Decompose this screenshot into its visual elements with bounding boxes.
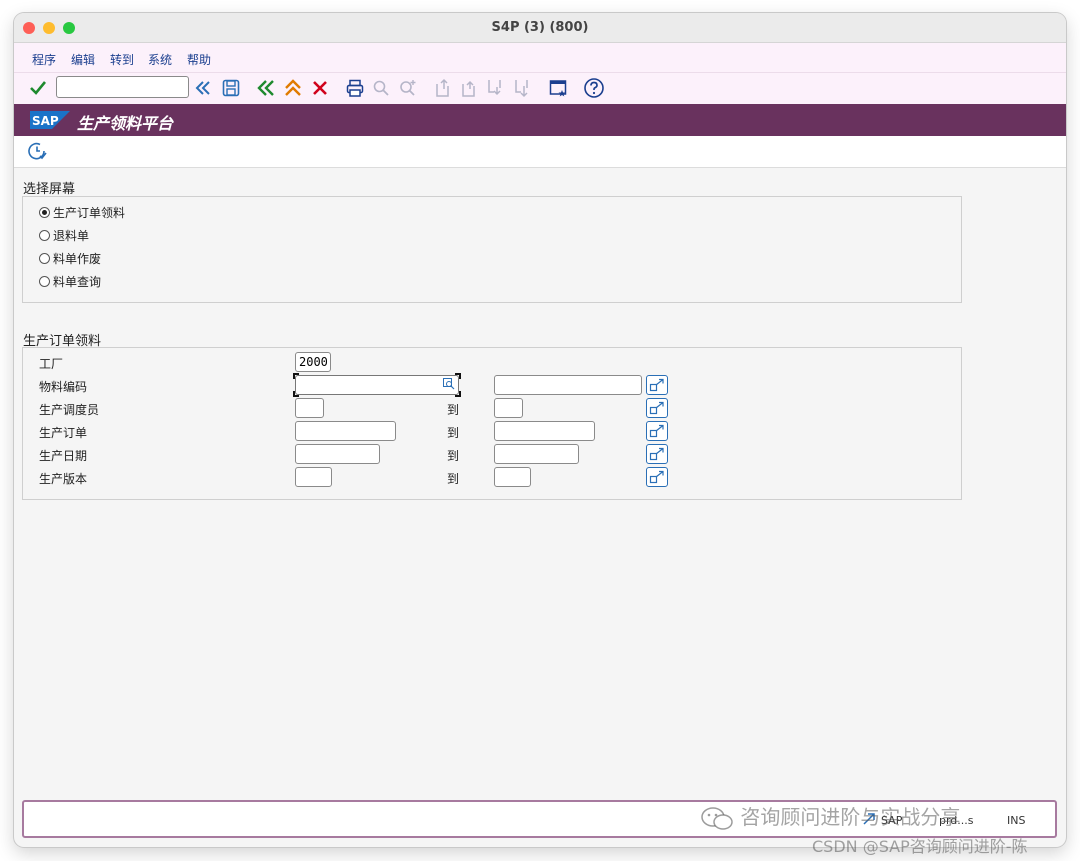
value-help-icon[interactable]: [443, 378, 455, 393]
selection-title: 选择屏幕: [23, 182, 76, 197]
command-field[interactable]: [56, 76, 189, 98]
to-label: 到: [447, 449, 460, 463]
cancel-icon[interactable]: [309, 77, 331, 99]
plant-field[interactable]: [295, 352, 331, 372]
collapse-command-icon[interactable]: [192, 77, 214, 99]
to-label: 到: [447, 426, 460, 440]
radio-production-order-issue[interactable]: 生产订单领料: [39, 204, 125, 221]
watermark-line2: CSDN @SAP咨询顾问进阶-陈: [812, 837, 1028, 856]
exit-icon[interactable]: [282, 77, 304, 99]
material-label: 物料编码: [39, 380, 88, 394]
menu-help[interactable]: 帮助: [187, 51, 211, 68]
watermark-line1: 咨询顾问进阶与实战分享: [740, 805, 961, 829]
radio-label: 生产订单领料: [53, 206, 126, 220]
wechat-icon: [701, 806, 733, 830]
execute-clock-icon[interactable]: [26, 140, 48, 162]
radio-query[interactable]: 料单查询: [39, 273, 101, 290]
production-version-label: 生产版本: [39, 472, 88, 486]
application-toolbar: [14, 136, 1066, 168]
radio-button[interactable]: [39, 230, 50, 241]
radio-button[interactable]: [39, 253, 50, 264]
material-from-field-wrapper: [293, 373, 461, 397]
production-version-to-field[interactable]: [494, 467, 531, 487]
production-date-label: 生产日期: [39, 449, 88, 463]
menu-edit[interactable]: 编辑: [71, 51, 95, 68]
menu-bar: 程序 编辑 转到 系统 帮助: [14, 43, 1066, 73]
production-date-to-field[interactable]: [494, 444, 579, 464]
radio-label: 退料单: [53, 229, 90, 243]
svg-text:SAP: SAP: [32, 114, 59, 128]
status-mode: INS: [1007, 814, 1026, 827]
to-label: 到: [447, 472, 460, 486]
selection-screen: 选择屏幕 生产订单领料 退料单 料单作废 料单查询 生产订单领料 工厂 2000…: [14, 168, 1066, 798]
production-order-label: 生产订单: [39, 426, 88, 440]
radio-void[interactable]: 料单作废: [39, 250, 101, 267]
menu-system[interactable]: 系统: [148, 51, 172, 68]
radio-return[interactable]: 退料单: [39, 227, 89, 244]
mrp-controller-label: 生产调度员: [39, 403, 100, 417]
selection-group: 生产订单领料 退料单 料单作废 料单查询: [22, 196, 962, 303]
first-page-icon: [432, 77, 454, 99]
focus-corner: [455, 391, 461, 397]
new-session-icon[interactable]: [547, 77, 569, 99]
mrp-controller-multiple-selection-button[interactable]: [646, 398, 668, 418]
find-next-icon: [397, 77, 419, 99]
window-title: S4P (3) (800): [491, 20, 589, 35]
plant-label: 工厂: [39, 357, 64, 371]
production-order-to-field[interactable]: [494, 421, 595, 441]
production-order-multiple-selection-button[interactable]: [646, 421, 668, 441]
material-multiple-selection-button[interactable]: [646, 375, 668, 395]
focus-corner: [293, 391, 299, 397]
watermark-wechat: 咨询顾问进阶与实战分享: [700, 801, 960, 832]
material-from-field[interactable]: [295, 375, 459, 395]
production-order-from-field[interactable]: [295, 421, 396, 441]
sap-window: S4P (3) (800) 程序 编辑 转到 系统 帮助 SAP 生产领料平台 …: [14, 13, 1066, 847]
next-page-icon: [484, 77, 506, 99]
radio-label: 料单作废: [53, 252, 102, 266]
mrp-controller-from-field[interactable]: [295, 398, 324, 418]
menu-goto[interactable]: 转到: [110, 51, 134, 68]
focus-corner: [455, 373, 461, 379]
save-icon[interactable]: [220, 77, 242, 99]
production-version-multiple-selection-button[interactable]: [646, 467, 668, 487]
last-page-icon: [511, 77, 533, 99]
radio-button[interactable]: [39, 207, 50, 218]
production-date-from-field[interactable]: [295, 444, 380, 464]
page-title: 生产领料平台: [77, 114, 174, 133]
enter-checkmark-icon[interactable]: [27, 77, 49, 99]
title-bar: S4P (3) (800): [14, 13, 1066, 43]
previous-page-icon: [458, 77, 480, 99]
find-icon: [370, 77, 392, 99]
back-icon[interactable]: [255, 77, 277, 99]
criteria-group: 工厂 物料编码 生产调度员 到: [22, 347, 962, 500]
radio-label: 料单查询: [53, 275, 102, 289]
sap-logo: SAP: [30, 111, 70, 132]
to-label: 到: [447, 403, 460, 417]
mrp-controller-to-field[interactable]: [494, 398, 523, 418]
production-version-from-field[interactable]: [295, 467, 332, 487]
focus-corner: [293, 373, 299, 379]
radio-button[interactable]: [39, 276, 50, 287]
material-to-field[interactable]: [494, 375, 642, 395]
application-title-bar: SAP 生产领料平台: [14, 104, 1066, 136]
help-icon[interactable]: [583, 77, 605, 99]
print-icon[interactable]: [344, 77, 366, 99]
menu-program[interactable]: 程序: [32, 51, 56, 68]
production-date-multiple-selection-button[interactable]: [646, 444, 668, 464]
standard-toolbar: [14, 73, 1066, 104]
